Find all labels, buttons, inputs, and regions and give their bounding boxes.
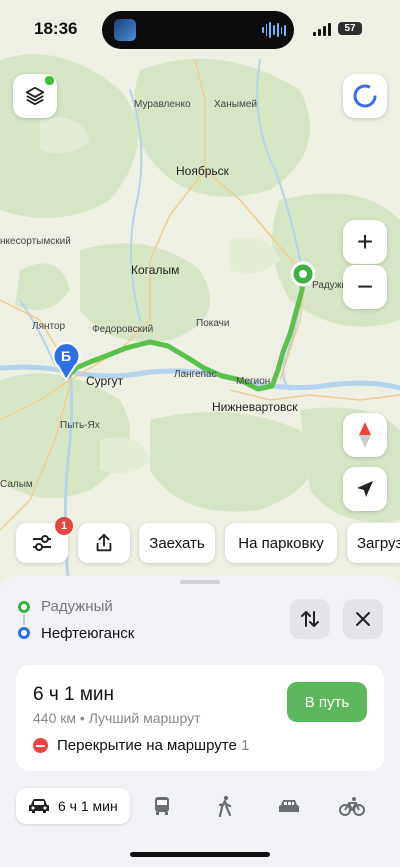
my-location-button[interactable] bbox=[343, 467, 387, 511]
warning-count: 1 bbox=[240, 737, 250, 754]
chip-parking[interactable]: На парковку bbox=[225, 523, 337, 563]
status-time: 18:36 bbox=[34, 19, 78, 38]
audio-wave-icon bbox=[262, 21, 287, 39]
destination-dot bbox=[18, 627, 30, 639]
svg-text:Б: Б bbox=[61, 348, 71, 364]
city-label: Нижневартовск bbox=[212, 400, 298, 414]
home-indicator bbox=[130, 852, 270, 857]
chip-stop-by[interactable]: Заехать bbox=[139, 523, 215, 563]
city-label: Лангепас bbox=[174, 369, 217, 380]
location-arrow-icon bbox=[357, 481, 373, 497]
city-label: Муравленко bbox=[134, 99, 191, 110]
mode-bike-tab[interactable] bbox=[320, 796, 384, 816]
car-icon bbox=[29, 799, 49, 813]
origin-dot bbox=[18, 601, 30, 613]
battery-indicator: 57 bbox=[338, 22, 362, 35]
alice-assistant-icon bbox=[353, 84, 377, 108]
route-duration: 6 ч 1 мин bbox=[33, 684, 115, 705]
go-button[interactable]: В путь bbox=[287, 682, 367, 722]
compass-button[interactable] bbox=[343, 413, 387, 457]
compass-icon bbox=[359, 422, 371, 448]
city-label: Покачи bbox=[196, 318, 229, 329]
city-label: Федоровский bbox=[92, 324, 153, 335]
city-label: Ханымей bbox=[214, 99, 257, 110]
close-route-button[interactable] bbox=[343, 599, 383, 639]
plus-icon: + bbox=[356, 226, 374, 257]
mode-walk-tab[interactable] bbox=[193, 795, 257, 817]
share-button[interactable] bbox=[78, 523, 130, 563]
zoom-out-button[interactable]: − bbox=[343, 265, 387, 309]
origin-field[interactable]: Радужный bbox=[41, 598, 113, 615]
mode-taxi-tab[interactable] bbox=[257, 798, 321, 814]
transport-mode-bar: 6 ч 1 мин bbox=[16, 787, 384, 825]
route-distance: 440 км bbox=[33, 710, 76, 726]
sheet-grabber[interactable] bbox=[180, 580, 220, 584]
route-connector bbox=[23, 614, 25, 625]
now-playing-artwork bbox=[114, 19, 136, 41]
route-type: Лучший маршрут bbox=[88, 710, 201, 726]
zoom-in-button[interactable]: + bbox=[343, 220, 387, 264]
minus-icon: − bbox=[356, 271, 374, 302]
assistant-button[interactable] bbox=[343, 74, 387, 118]
city-label: нкесортымский bbox=[0, 236, 71, 247]
destination-field[interactable]: Нефтеюганск bbox=[41, 625, 134, 642]
settings-badge: 1 bbox=[55, 517, 73, 535]
walk-icon bbox=[218, 795, 232, 817]
swap-route-button[interactable] bbox=[290, 599, 330, 639]
settings-sliders-icon bbox=[33, 535, 51, 551]
swap-arrows-icon bbox=[301, 611, 319, 627]
city-label: Ноябрьск bbox=[176, 164, 230, 178]
share-icon bbox=[96, 533, 112, 552]
city-label: Когалым bbox=[131, 263, 179, 277]
close-icon bbox=[356, 612, 370, 626]
city-label: Салым bbox=[0, 479, 33, 490]
cellular-signal-icon bbox=[313, 23, 331, 36]
mode-car-tab[interactable]: 6 ч 1 мин bbox=[16, 788, 130, 824]
bus-icon bbox=[154, 797, 169, 815]
start-marker[interactable] bbox=[290, 261, 316, 287]
bike-icon bbox=[339, 797, 366, 816]
road-closed-icon bbox=[33, 738, 48, 753]
warning-text: Перекрытие на маршруте bbox=[57, 737, 237, 754]
city-label: Лянтор bbox=[32, 321, 66, 332]
route-separator: • bbox=[76, 710, 89, 726]
city-label: Пыть-Ях bbox=[60, 420, 100, 431]
layers-icon bbox=[25, 86, 45, 106]
route-warning[interactable]: Перекрытие на маршруте 1 bbox=[57, 737, 249, 754]
city-label: Сургут bbox=[86, 374, 124, 388]
route-details: 440 км • Лучший маршрут bbox=[33, 710, 201, 726]
layers-update-dot bbox=[44, 75, 55, 86]
map-view[interactable]: Б Ноябрьск Муравленко Ханымей Когалым Фе… bbox=[0, 0, 400, 600]
mode-car-duration: 6 ч 1 мин bbox=[58, 798, 118, 814]
taxi-icon bbox=[278, 800, 299, 812]
chip-download[interactable]: Загрузить bbox=[347, 523, 400, 563]
city-label: Мегион bbox=[236, 376, 270, 387]
mode-transit-tab[interactable] bbox=[130, 796, 194, 816]
